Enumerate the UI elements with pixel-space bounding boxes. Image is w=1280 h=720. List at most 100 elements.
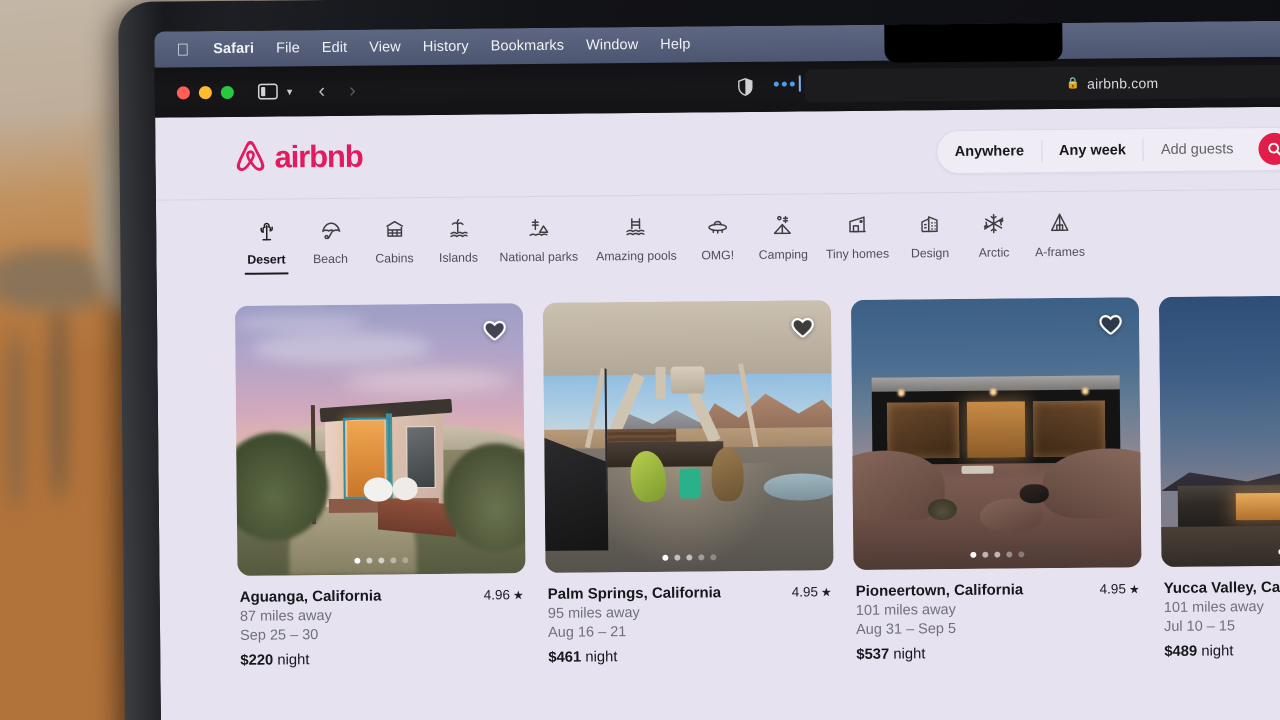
menu-file[interactable]: File xyxy=(276,40,300,56)
listing-photo[interactable] xyxy=(1158,294,1280,568)
url-text: airbnb.com xyxy=(1086,74,1159,92)
tiny-home-icon xyxy=(846,212,869,238)
search-location[interactable]: Anywhere xyxy=(938,143,1041,160)
listing-photo-art xyxy=(1158,294,1280,568)
umbrella-icon xyxy=(319,217,342,243)
listing-price: $461 night xyxy=(548,647,832,666)
listing-info: Palm Springs, California 4.95 ★ 95 miles… xyxy=(546,570,835,666)
category-label: Beach xyxy=(312,251,348,267)
category-design[interactable]: Design xyxy=(898,207,963,261)
category-cabins[interactable]: Cabins xyxy=(362,212,427,266)
menu-help[interactable]: Help xyxy=(660,37,690,53)
window-controls xyxy=(176,85,234,99)
listing-card[interactable]: Aguanga, California 4.96 ★ 87 miles away… xyxy=(234,303,527,669)
category-label: Tiny homes xyxy=(825,246,890,262)
category-amazing-pools[interactable]: Amazing pools xyxy=(587,210,686,264)
listing-price: $220 night xyxy=(240,650,524,669)
listing-card[interactable]: Yucca Valley, California 101 miles away … xyxy=(1158,294,1280,660)
search-bar[interactable]: Anywhere Any week Add guests xyxy=(936,126,1280,175)
heart-icon[interactable] xyxy=(1097,310,1124,337)
listing-dates: Sep 25 – 30 xyxy=(240,627,319,644)
search-guests[interactable]: Add guests xyxy=(1144,141,1251,158)
rating-value: 4.96 xyxy=(483,587,511,603)
webpage-content: airbnb Anywhere Any week Add guests Dese… xyxy=(155,105,1280,720)
menu-edit[interactable]: Edit xyxy=(322,40,348,56)
category-bar: Desert Beach Cabins Islands National par… xyxy=(156,188,1280,288)
price-amount: $537 xyxy=(856,646,890,663)
price-amount: $220 xyxy=(240,652,274,669)
sidebar-toggle-icon[interactable] xyxy=(257,83,278,100)
menu-view[interactable]: View xyxy=(369,39,401,55)
island-icon xyxy=(447,216,470,242)
listing-card[interactable]: Pioneertown, California 4.95 ★ 101 miles… xyxy=(850,297,1142,663)
category-label: Arctic xyxy=(978,245,1010,260)
minimize-window-button[interactable] xyxy=(198,85,212,99)
listing-title: Aguanga, California xyxy=(239,587,382,606)
lock-icon: 🔒 xyxy=(1066,77,1081,90)
price-unit: night xyxy=(585,649,618,666)
tent-icon xyxy=(771,213,794,239)
listing-card[interactable]: Palm Springs, California 4.95 ★ 95 miles… xyxy=(542,300,835,666)
text-cursor xyxy=(798,75,801,92)
extensions-dots-icon[interactable] xyxy=(773,81,796,87)
apple-logo-icon[interactable]:  xyxy=(176,40,189,59)
cabin-icon xyxy=(383,216,406,242)
category-arctic[interactable]: Arctic xyxy=(962,206,1027,260)
listing-distance: 95 miles away xyxy=(547,605,640,622)
listing-price: $537 night xyxy=(856,644,1140,663)
privacy-shield-icon[interactable] xyxy=(738,78,753,101)
airbnb-wordmark: airbnb xyxy=(274,138,363,175)
price-amount: $461 xyxy=(548,649,582,666)
listing-photo[interactable] xyxy=(542,300,834,573)
chevron-down-icon[interactable]: ▾ xyxy=(287,85,293,98)
forward-arrow-icon[interactable]: › xyxy=(349,80,356,102)
active-category-underline xyxy=(244,271,289,275)
price-unit: night xyxy=(1201,643,1234,660)
heart-icon[interactable] xyxy=(481,316,508,343)
category-omg[interactable]: OMG! xyxy=(685,209,750,263)
listing-photo[interactable] xyxy=(234,303,526,576)
listing-photo[interactable] xyxy=(850,297,1142,570)
menu-bookmarks[interactable]: Bookmarks xyxy=(491,38,565,55)
category-tiny-homes[interactable]: Tiny homes xyxy=(817,208,899,262)
price-amount: $489 xyxy=(1164,643,1198,660)
listing-rating: 4.95 ★ xyxy=(792,584,832,599)
listing-dates: Aug 16 – 21 xyxy=(547,624,627,641)
listing-price: $489 night xyxy=(1164,641,1280,660)
star-icon: ★ xyxy=(512,587,524,602)
category-islands[interactable]: Islands xyxy=(426,211,491,265)
listing-photo-art xyxy=(850,297,1142,570)
search-dates[interactable]: Any week xyxy=(1042,142,1143,159)
maximize-window-button[interactable] xyxy=(220,85,234,99)
category-label: Desert xyxy=(247,252,286,267)
listing-info: Aguanga, California 4.96 ★ 87 miles away… xyxy=(238,573,527,669)
category-beach[interactable]: Beach xyxy=(298,213,363,267)
background-chair-leg xyxy=(52,300,66,500)
category-national-parks[interactable]: National parks xyxy=(490,211,587,265)
listing-distance: 101 miles away xyxy=(855,601,956,619)
ufo-icon xyxy=(706,213,729,239)
listing-dates: Aug 31 – Sep 5 xyxy=(855,620,957,638)
heart-icon[interactable] xyxy=(789,313,816,340)
close-window-button[interactable] xyxy=(176,85,190,99)
search-button[interactable] xyxy=(1258,132,1280,166)
laptop-device:  Safari File Edit View History Bookmark… xyxy=(118,0,1280,720)
listing-info: Pioneertown, California 4.95 ★ 101 miles… xyxy=(853,567,1142,663)
back-arrow-icon[interactable]: ‹ xyxy=(318,80,325,102)
a-frame-icon xyxy=(1048,210,1071,236)
airbnb-logo[interactable]: airbnb xyxy=(233,136,363,178)
menu-safari[interactable]: Safari xyxy=(213,41,254,57)
category-camping[interactable]: Camping xyxy=(749,208,817,262)
menu-window[interactable]: Window xyxy=(586,37,638,54)
listing-rating: 4.95 ★ xyxy=(1100,581,1140,596)
cactus-icon xyxy=(255,217,278,243)
listing-title: Palm Springs, California xyxy=(547,584,722,603)
menu-history[interactable]: History xyxy=(423,39,469,55)
price-unit: night xyxy=(277,652,310,669)
address-bar[interactable]: 🔒 airbnb.com xyxy=(804,63,1280,103)
background-chair-leg xyxy=(10,330,22,510)
category-desert[interactable]: Desert xyxy=(234,213,299,275)
rating-value: 4.95 xyxy=(1099,581,1126,597)
category-a-frames[interactable]: A-frames xyxy=(1026,206,1094,260)
snowflake-icon xyxy=(982,210,1005,236)
